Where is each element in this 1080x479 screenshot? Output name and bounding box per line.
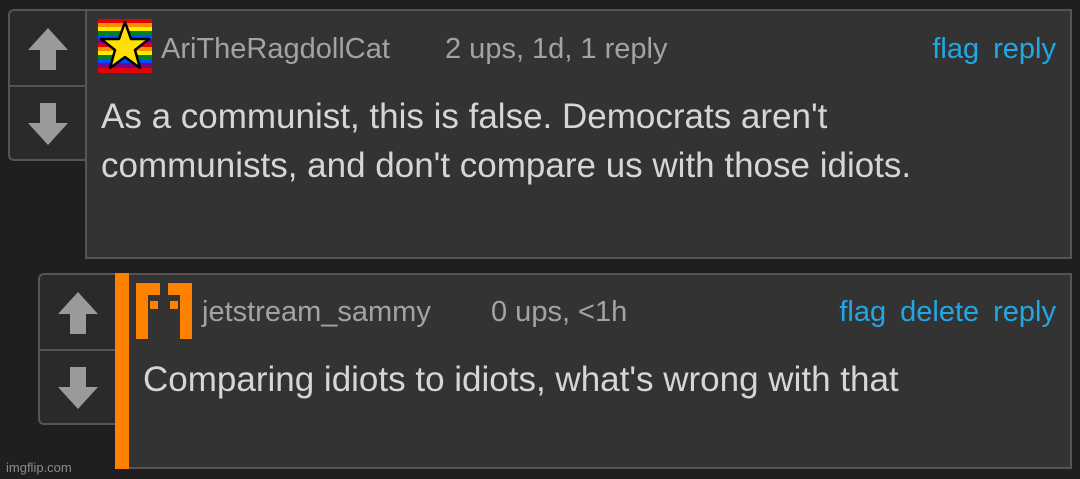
arrow-down-icon <box>58 367 98 409</box>
comment-2-actions: flag delete reply <box>839 295 1056 329</box>
comment-1: AriTheRagdollCat 2 ups, 1d, 1 reply flag… <box>85 9 1072 259</box>
arrow-up-icon <box>28 27 68 70</box>
upvote-button-1[interactable] <box>10 11 86 86</box>
comment-1-username[interactable]: AriTheRagdollCat <box>161 32 390 66</box>
downvote-button-2[interactable] <box>40 351 116 425</box>
watermark: imgflip.com <box>6 460 72 475</box>
vote-box-1 <box>8 9 86 161</box>
delete-link[interactable]: delete <box>900 295 979 329</box>
comment-1-meta: 2 ups, 1d, 1 reply <box>445 33 668 65</box>
flag-link[interactable]: flag <box>932 32 979 66</box>
rainbow-star-icon <box>98 19 152 73</box>
reply-accent-bar <box>115 273 129 469</box>
arrow-up-icon <box>58 291 98 334</box>
comment-1-actions: flag reply <box>932 32 1056 66</box>
reply-link[interactable]: reply <box>993 32 1056 66</box>
reply-link[interactable]: reply <box>993 295 1056 329</box>
downvote-button-1[interactable] <box>10 87 86 161</box>
comment-2-username[interactable]: jetstream_sammy <box>202 295 431 329</box>
comment-2-meta: 0 ups, <1h <box>491 296 628 328</box>
upvote-button-2[interactable] <box>40 275 116 350</box>
comment-1-text: As a communist, this is false. Democrats… <box>101 97 912 185</box>
orange-bracket-icon <box>136 283 192 339</box>
comment-2: jetstream_sammy 0 ups, <1h flag delete r… <box>129 273 1072 469</box>
flag-link[interactable]: flag <box>839 295 886 329</box>
arrow-down-icon <box>28 103 68 145</box>
vote-box-2 <box>38 273 116 425</box>
comment-2-text: Comparing idiots to idiots, what's wrong… <box>143 360 899 399</box>
